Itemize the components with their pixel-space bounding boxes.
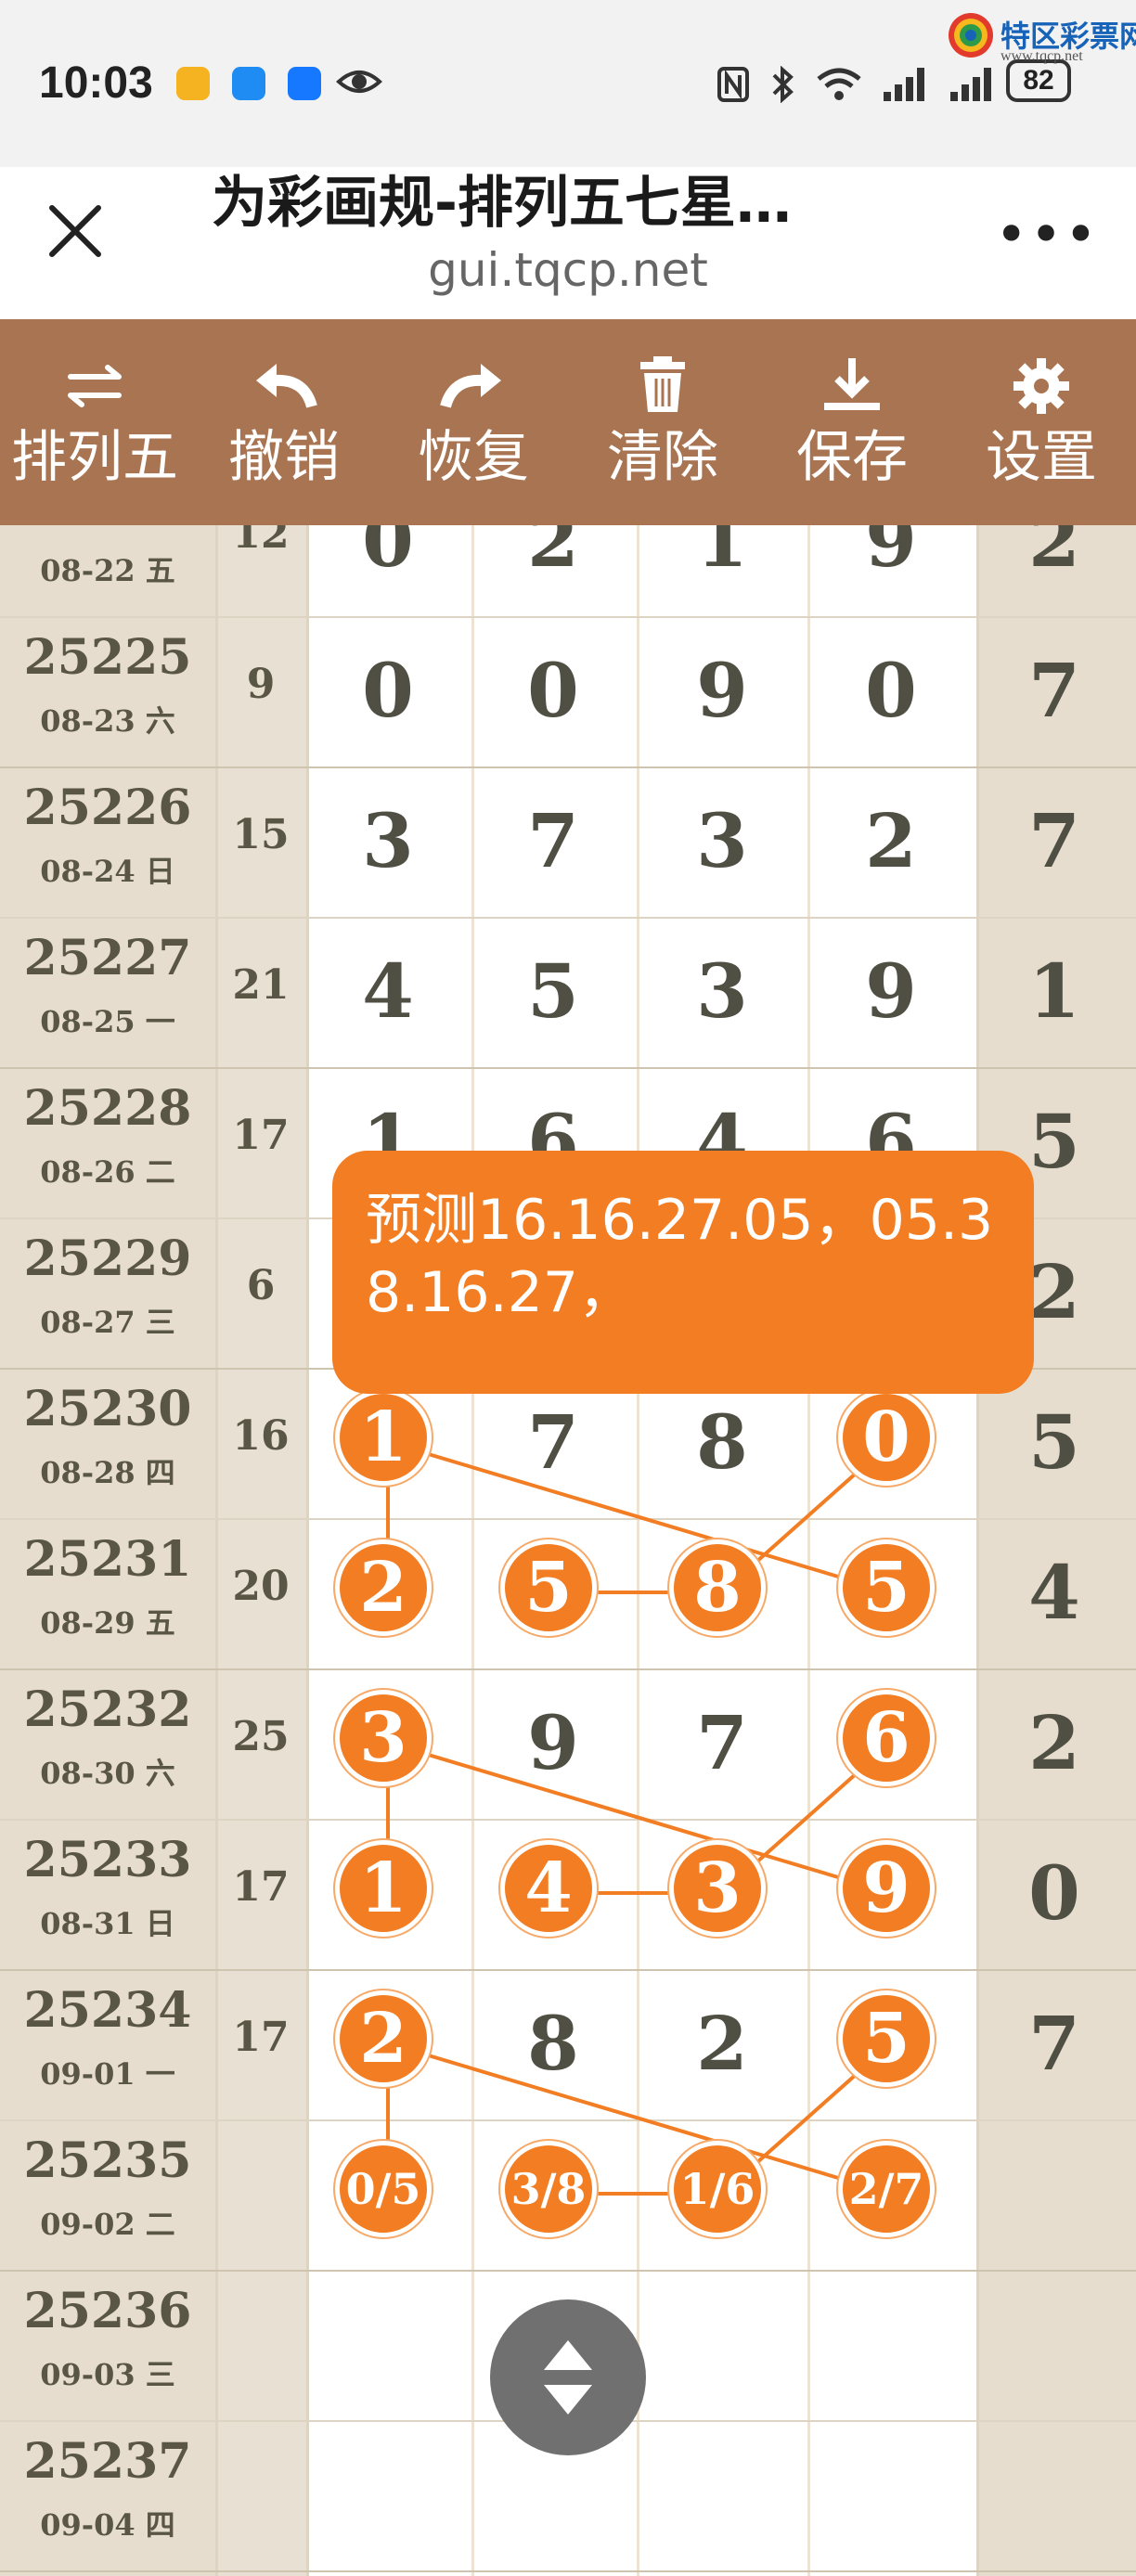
connector-line	[387, 1741, 892, 1895]
clear-button[interactable]: 清除	[568, 319, 757, 525]
watermark-url: www.tqcp.net	[1000, 48, 1083, 64]
highlighted-digit-ball[interactable]: 3/8	[500, 2141, 597, 2237]
highlighted-digit-ball[interactable]: 5	[500, 1539, 597, 1636]
highlighted-digit-ball[interactable]: 8	[669, 1539, 766, 1636]
highlighted-digit-ball[interactable]: 0/5	[335, 2141, 432, 2237]
settings-button[interactable]: 设置	[947, 319, 1136, 525]
gear-icon	[1013, 358, 1069, 414]
highlighted-digit-ball[interactable]: 4	[500, 1840, 597, 1937]
highlighted-digit-ball[interactable]: 5	[838, 1990, 935, 2087]
bluetooth-icon	[772, 65, 794, 103]
highlighted-digit-ball[interactable]: 1	[335, 1840, 432, 1937]
signal-icon-2	[950, 67, 992, 101]
more-menu-icon[interactable]: •••	[995, 202, 1099, 267]
toolbar-label: 设置	[986, 425, 1097, 490]
toolbar-label: 清除	[607, 425, 718, 490]
toolbar-label: 撤销	[228, 425, 340, 490]
toolbar-label: 排列五	[11, 425, 178, 490]
save-button[interactable]: 保存	[757, 319, 947, 525]
undo-button[interactable]: 撤销	[189, 319, 379, 525]
swap-icon	[68, 365, 122, 407]
page-url: gui.tqcp.net	[428, 243, 708, 297]
redo-icon	[440, 364, 501, 408]
connector-line	[387, 1440, 892, 1594]
connector-line	[387, 2041, 892, 2196]
highlighted-digit-ball[interactable]: 2	[335, 1539, 432, 1636]
undo-icon	[256, 364, 317, 408]
scroll-toggle-button[interactable]	[490, 2299, 646, 2455]
download-icon	[824, 358, 880, 410]
prediction-tooltip: 预测16.16.27.05，05.38.16.27，	[332, 1151, 1034, 1394]
status-bar: 10:03 82 特区彩票网 www.tqcp.net	[0, 0, 1136, 167]
highlighted-digit-ball[interactable]: 1	[335, 1389, 432, 1486]
highlighted-digit-ball[interactable]: 3	[669, 1840, 766, 1937]
system-status-icons	[716, 61, 997, 103]
mail-app-icon	[176, 67, 210, 100]
status-time: 10:03	[39, 58, 153, 108]
highlighted-digit-ball[interactable]: 6	[838, 1690, 935, 1786]
wifi-icon	[817, 68, 861, 100]
battery-indicator: 82	[1006, 59, 1071, 102]
redo-button[interactable]: 恢复	[379, 319, 568, 525]
up-down-arrows-icon	[544, 2340, 592, 2415]
highlighted-digit-ball[interactable]: 5	[838, 1539, 935, 1636]
toolbar: 排列五 撤销 恢复 清除 保存 设置	[0, 319, 1136, 525]
trend-grid[interactable]: 2522408-22 五12021922522508-23 六900907252…	[0, 525, 1136, 2576]
lottery-switch-button[interactable]: 排列五	[0, 319, 189, 525]
highlighted-digit-ball[interactable]: 3	[335, 1690, 432, 1786]
highlighted-digit-ball[interactable]: 2	[335, 1990, 432, 2087]
toolbar-label: 恢复	[418, 425, 529, 490]
alipay-app-icon	[288, 67, 321, 100]
nfc-icon	[717, 66, 749, 102]
trash-icon	[640, 356, 685, 412]
signal-icon	[884, 67, 925, 101]
highlighted-digit-ball[interactable]: 2/7	[838, 2141, 935, 2237]
toolbar-label: 保存	[796, 425, 908, 490]
chat-app-icon	[232, 67, 265, 100]
watermark-logo-icon	[949, 13, 993, 58]
page-title: 为彩画规-排列五七星…	[212, 171, 792, 236]
highlighted-digit-ball[interactable]: 0	[838, 1389, 935, 1486]
eye-icon	[336, 71, 382, 93]
highlighted-digit-ball[interactable]: 1/6	[669, 2141, 766, 2237]
highlighted-digit-ball[interactable]: 9	[838, 1840, 935, 1937]
